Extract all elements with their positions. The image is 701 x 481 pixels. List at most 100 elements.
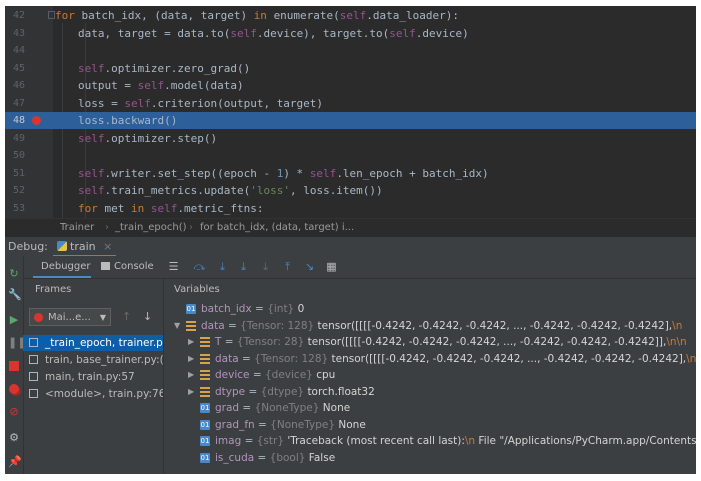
- tab-console-label: Console: [114, 261, 154, 272]
- variable-text: grad_fn = {NoneType} None: [215, 417, 366, 434]
- step-out-icon[interactable]: ⤒: [281, 260, 294, 273]
- step-into-icon[interactable]: ⤓: [216, 260, 229, 273]
- code-text[interactable]: loss.backward(): [78, 112, 177, 129]
- variable-row[interactable]: ▶ dtype = {dtype} torch.float32: [164, 384, 696, 401]
- force-step-into-icon[interactable]: ⤓: [259, 260, 272, 273]
- code-token: , loss.item()): [289, 184, 383, 197]
- code-text[interactable]: data, target = data.to(self.device), tar…: [78, 25, 469, 42]
- line-number[interactable]: 44: [5, 42, 25, 59]
- code-line[interactable]: 42 for batch_idx, (data, target) in enume…: [5, 7, 696, 24]
- escape-sequence: \n: [686, 352, 696, 365]
- code-text[interactable]: self.optimizer.zero_grad(): [78, 60, 250, 77]
- code-line[interactable]: 44: [5, 42, 696, 59]
- variable-row[interactable]: ▼ data = {Tensor: 128} tensor([[[[-0.4242…: [164, 318, 696, 335]
- code-line[interactable]: 45 self.optimizer.zero_grad(): [5, 60, 696, 77]
- code-text[interactable]: output = self.model(data): [78, 77, 244, 94]
- variable-text: grad = {NoneType} None: [215, 400, 350, 417]
- tab-debugger-label: Debugger: [41, 261, 91, 272]
- view-breakpoints-icon[interactable]: [8, 383, 20, 395]
- run-config-tab[interactable]: train ×: [53, 237, 117, 257]
- debug-side-toolbar: ↻ 🔧 ▶ ❚❚ ⊘ ⚙ 📌: [5, 256, 26, 474]
- breadcrumb-item-class[interactable]: Trainer: [60, 219, 94, 236]
- thread-name: Mai...e...: [48, 312, 91, 323]
- stack-frame[interactable]: _train_epoch, trainer.p: [23, 335, 163, 351]
- fold-icon[interactable]: [48, 11, 55, 19]
- pause-icon[interactable]: ❚❚: [8, 337, 26, 349]
- breakpoint-icon[interactable]: [32, 116, 41, 125]
- code-text[interactable]: self.optimizer.step(): [78, 130, 217, 147]
- code-token: self: [78, 61, 105, 75]
- code-text[interactable]: self.writer.set_step((epoch - 1) * self.…: [78, 165, 489, 182]
- variable-row[interactable]: ▶ T = {Tensor: 28} tensor([[[[-0.4242, -0…: [164, 334, 696, 351]
- line-number[interactable]: 46: [5, 77, 25, 94]
- next-frame-icon[interactable]: ↓: [143, 310, 152, 323]
- code-token: .train_metrics.update(: [104, 184, 251, 197]
- variable-type: {Tensor: 28}: [236, 336, 305, 348]
- pin-icon[interactable]: 📌: [8, 456, 22, 468]
- stop-icon[interactable]: [8, 360, 20, 372]
- frame-icon: [29, 372, 38, 381]
- line-number[interactable]: 43: [5, 25, 25, 42]
- rerun-icon[interactable]: ↻: [8, 268, 20, 280]
- expand-icon[interactable]: ▶: [188, 384, 196, 401]
- expand-icon[interactable]: ▶: [188, 367, 196, 384]
- code-line[interactable]: 49 self.optimizer.step(): [5, 130, 696, 147]
- settings-icon[interactable]: ⚙: [8, 432, 20, 444]
- expand-icon[interactable]: ▶: [188, 334, 196, 351]
- code-text[interactable]: for met in self.metric_ftns:: [78, 200, 263, 217]
- expand-icon[interactable]: ▶: [188, 351, 196, 368]
- breadcrumb-item-method[interactable]: _train_epoch(): [115, 219, 187, 236]
- thread-selector[interactable]: Mai...e... ▼: [29, 308, 111, 326]
- menu-icon[interactable]: ☰: [167, 260, 180, 273]
- line-number[interactable]: 50: [5, 147, 25, 164]
- stack-frame-label: train, base_trainer.py:(: [45, 354, 163, 366]
- line-number[interactable]: 42: [5, 7, 25, 24]
- step-over-icon[interactable]: ⤼: [193, 260, 206, 273]
- code-line[interactable]: 53 for met in self.metric_ftns:: [5, 200, 696, 217]
- line-number[interactable]: 47: [5, 95, 25, 112]
- variable-row[interactable]: ▶ data = {Tensor: 128} tensor([[[[-0.4242…: [164, 351, 696, 368]
- collapse-icon[interactable]: ▼: [174, 318, 182, 335]
- stack-frame-label: _train_epoch, trainer.p: [45, 337, 163, 349]
- code-text[interactable]: loss = self.criterion(output, target): [78, 95, 323, 112]
- mute-breakpoints-icon[interactable]: ⊘: [8, 406, 20, 418]
- tab-console[interactable]: Console: [101, 256, 161, 278]
- step-into-my-code-icon[interactable]: ⤓: [237, 260, 250, 273]
- code-line[interactable]: 43 data, target = data.to(self.device), t…: [5, 25, 696, 42]
- variable-row[interactable]: 01 is_cuda = {bool} False: [164, 450, 696, 467]
- line-number[interactable]: 48: [5, 112, 25, 129]
- resume-icon[interactable]: ▶: [8, 314, 20, 326]
- equals-sign: =: [251, 303, 268, 315]
- evaluate-expression-icon[interactable]: ▦: [325, 260, 338, 273]
- code-line[interactable]: 46 output = self.model(data): [5, 77, 696, 94]
- variable-row[interactable]: 01 grad_fn = {NoneType} None: [164, 417, 696, 434]
- code-line[interactable]: 48 loss.backward(): [5, 112, 696, 129]
- code-text[interactable]: self.train_metrics.update('loss', loss.i…: [78, 182, 383, 199]
- previous-frame-icon[interactable]: ↑: [122, 310, 131, 323]
- stack-frame[interactable]: train, base_trainer.py:(: [23, 352, 163, 368]
- stack-frame[interactable]: main, train.py:57: [23, 369, 163, 385]
- code-line[interactable]: 50: [5, 147, 696, 164]
- stack-frame[interactable]: <module>, train.py:76: [23, 386, 163, 402]
- line-number[interactable]: 52: [5, 182, 25, 199]
- line-number[interactable]: 49: [5, 130, 25, 147]
- code-line[interactable]: 51 self.writer.set_step((epoch - 1) * sel…: [5, 165, 696, 182]
- code-line[interactable]: 47 loss = self.criterion(output, target): [5, 95, 696, 112]
- wrench-icon[interactable]: 🔧: [8, 289, 22, 301]
- run-to-cursor-icon[interactable]: ↘: [303, 260, 316, 273]
- line-number[interactable]: 53: [5, 200, 25, 217]
- line-number[interactable]: 45: [5, 60, 25, 77]
- variable-row[interactable]: 01 batch_idx = {int} 0: [164, 301, 696, 318]
- object-icon: [200, 370, 210, 380]
- close-icon[interactable]: ×: [103, 240, 112, 253]
- tab-debugger[interactable]: Debugger: [33, 256, 91, 278]
- line-number[interactable]: 51: [5, 165, 25, 182]
- code-line[interactable]: 52 self.train_metrics.update('loss', loss…: [5, 182, 696, 199]
- code-text[interactable]: for batch_idx, (data, target) in enumera…: [55, 7, 459, 24]
- code-editor[interactable]: 42 for batch_idx, (data, target) in enume…: [5, 6, 696, 218]
- variable-name: imag: [215, 435, 242, 447]
- variable-row[interactable]: 01 imag = {str} 'Traceback (most recent c…: [164, 433, 696, 450]
- variable-row[interactable]: 01 grad = {NoneType} None: [164, 400, 696, 417]
- breadcrumb-item-loop[interactable]: for batch_idx, (data, target) i...: [200, 219, 354, 236]
- variable-row[interactable]: ▶ device = {device} cpu: [164, 367, 696, 384]
